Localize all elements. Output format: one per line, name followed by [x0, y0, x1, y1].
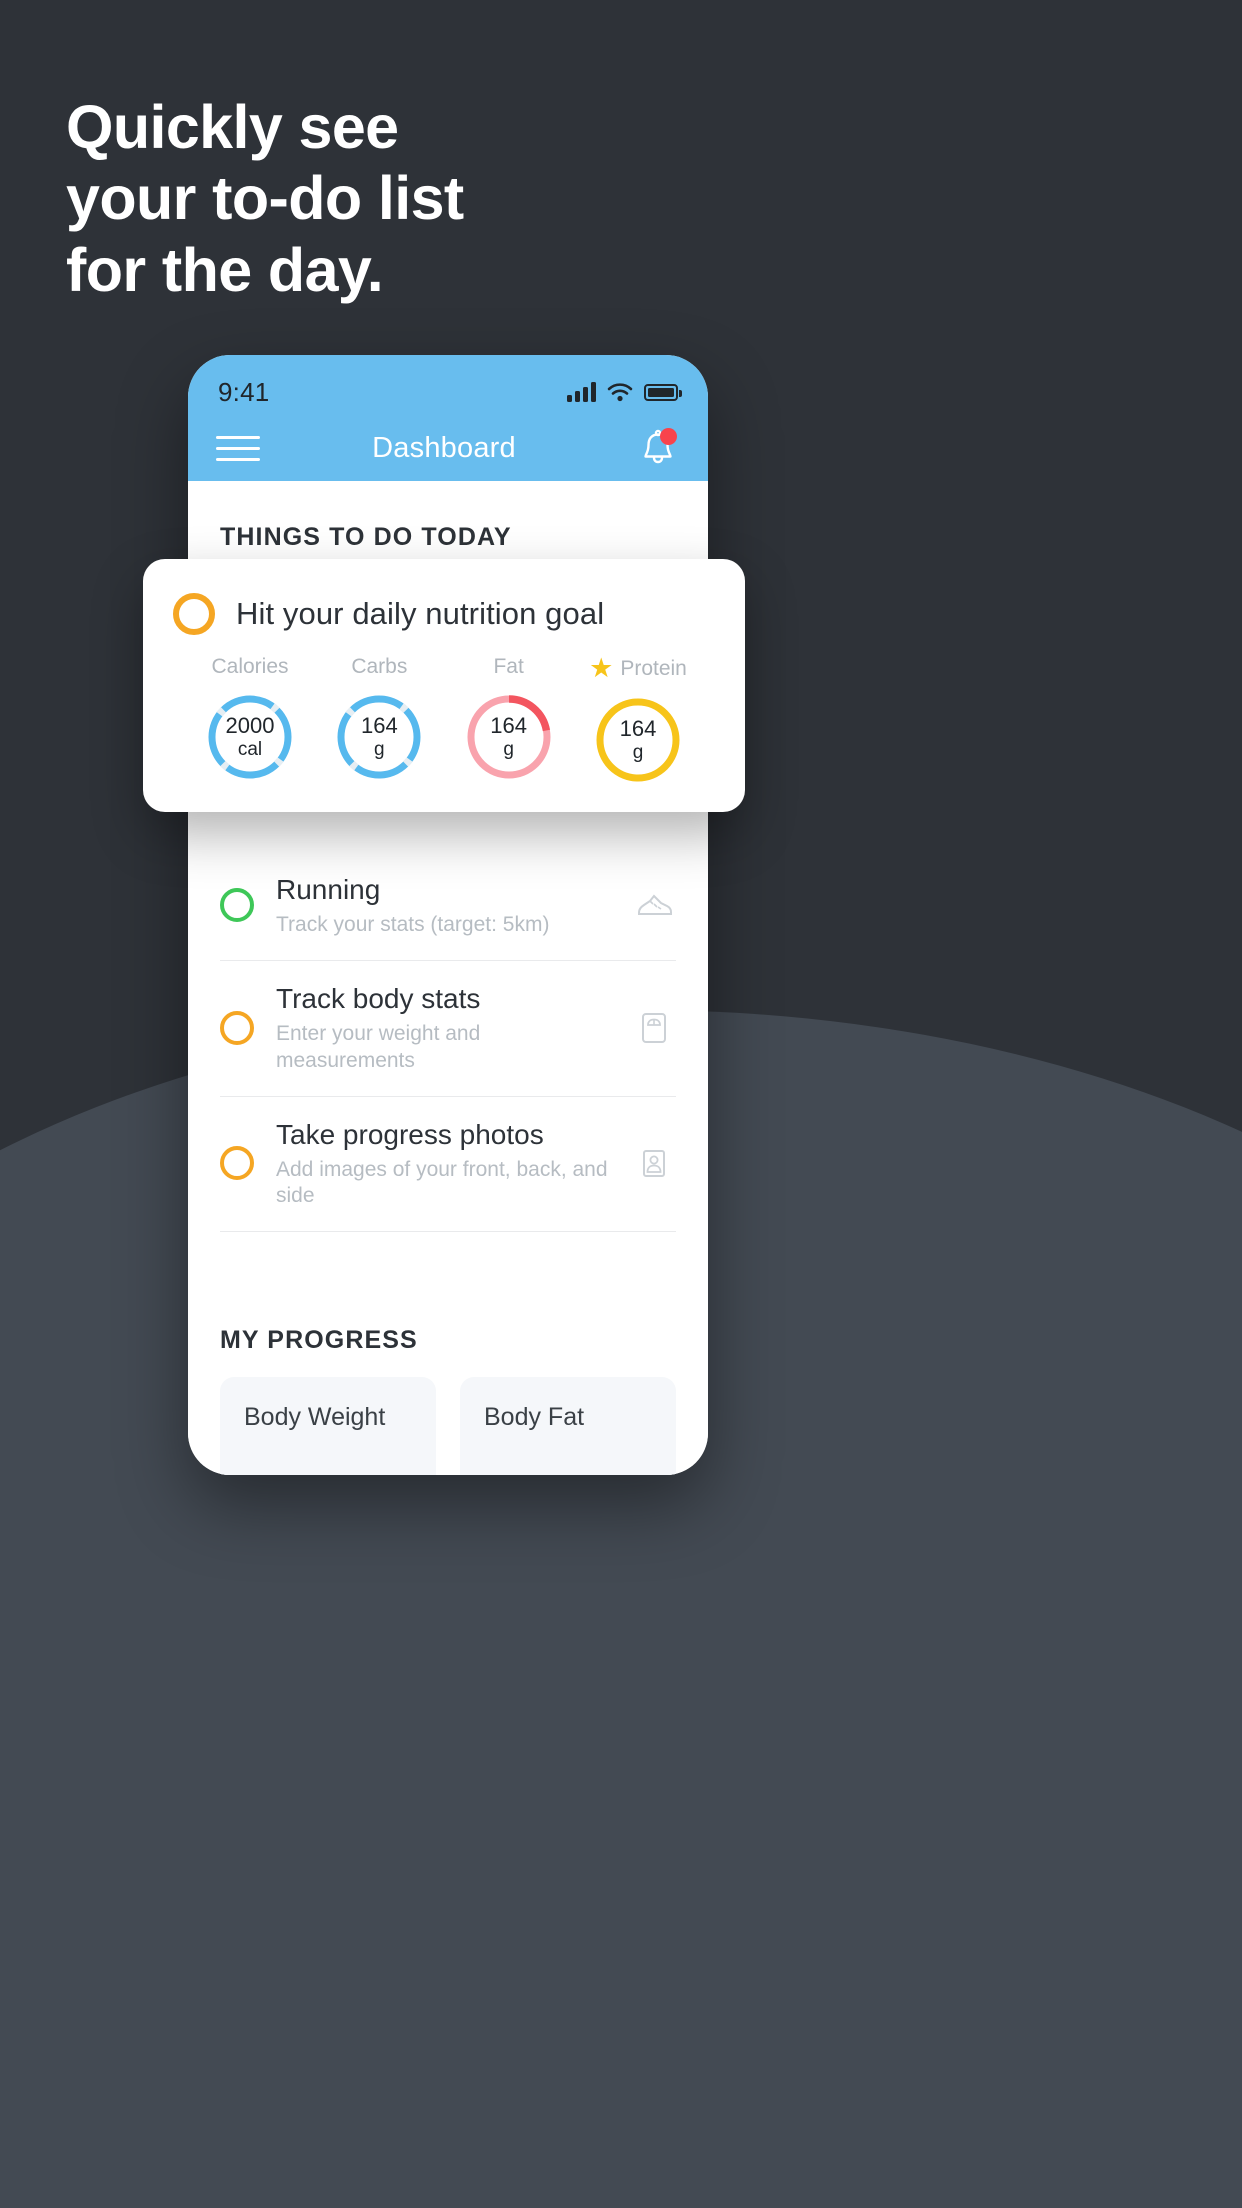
- task-title: Running: [276, 874, 381, 905]
- macro-value: 2000: [225, 713, 275, 739]
- nutrition-card-title: Hit your daily nutrition goal: [236, 596, 605, 631]
- promo-screenshot: Quickly see your to-do list for the day.…: [0, 0, 1242, 2208]
- macro-donut-text: 2000 cal: [204, 691, 296, 783]
- macro-calories[interactable]: Calories 2000 cal: [195, 655, 305, 786]
- macro-donut-protein: 164 g: [592, 694, 684, 786]
- task-text: Track body stats Enter your weight and m…: [276, 981, 610, 1074]
- macro-unit: cal: [237, 738, 263, 760]
- running-shoe-icon: [632, 883, 676, 927]
- notification-bell-icon[interactable]: [636, 426, 680, 470]
- macro-donut-fat: 164 g: [463, 691, 555, 783]
- macro-unit: g: [374, 738, 385, 760]
- circle-unchecked-icon[interactable]: [220, 1010, 254, 1045]
- status-bar-time: 9:41: [218, 376, 270, 407]
- status-bar-icons: [567, 382, 682, 402]
- progress-card-grid: Body Weight 100 kg Bo: [188, 1355, 708, 1475]
- page-title: Dashboard: [372, 431, 516, 464]
- progress-card-label: Body Fat: [484, 1403, 585, 1432]
- status-bar: 9:41: [188, 355, 708, 415]
- headline-line-3: for the day.: [66, 235, 384, 304]
- task-title: Track body stats: [276, 983, 481, 1015]
- wifi-icon: [607, 383, 633, 402]
- nutrition-goal-card[interactable]: Hit your daily nutrition goal Calories 2…: [143, 559, 745, 812]
- macro-unit: g: [632, 741, 644, 763]
- my-progress-section-title: MY PROGRESS: [220, 1326, 418, 1355]
- weight-scale-icon: [632, 1006, 676, 1050]
- task-subtitle: Track your stats (target: 5km): [276, 913, 550, 936]
- progress-card-body-weight[interactable]: Body Weight 100 kg: [220, 1377, 436, 1475]
- hamburger-menu-icon[interactable]: [216, 435, 260, 461]
- progress-card-body-fat[interactable]: Body Fat 23 %: [460, 1377, 676, 1475]
- task-text: Take progress photos Add images of your …: [276, 1117, 610, 1210]
- task-row-track-body-stats[interactable]: Track body stats Enter your weight and m…: [220, 961, 676, 1097]
- macro-carbs[interactable]: Carbs 164 g: [324, 655, 434, 786]
- phone-mockup: 9:41 Dashboard THINGS TO DO TODAY Runnin…: [188, 355, 708, 1475]
- macro-donut-text: 164 g: [592, 694, 684, 786]
- promo-headline: Quickly see your to-do list for the day.: [66, 92, 464, 306]
- nutrition-card-header: Hit your daily nutrition goal: [173, 593, 715, 635]
- circle-unchecked-icon[interactable]: [220, 1146, 254, 1180]
- macro-value: 164: [619, 716, 657, 742]
- things-to-do-section-title: THINGS TO DO TODAY: [220, 523, 512, 551]
- macro-label: Carbs: [351, 655, 408, 678]
- macro-fat[interactable]: Fat 164 g: [454, 655, 564, 786]
- star-filled-icon: ★: [589, 653, 614, 683]
- macro-label: ★ Protein: [589, 655, 687, 682]
- headline-line-2: your to-do list: [66, 164, 464, 233]
- notification-badge-dot: [659, 428, 677, 445]
- battery-full-icon: [644, 383, 682, 401]
- circle-unchecked-icon[interactable]: [220, 888, 254, 923]
- app-bar: Dashboard: [188, 415, 708, 481]
- task-text: Running Track your stats (target: 5km): [276, 872, 610, 938]
- task-row-running[interactable]: Running Track your stats (target: 5km): [220, 852, 676, 962]
- macro-value: 164: [490, 713, 528, 739]
- signal-bars-icon: [567, 382, 596, 402]
- task-list: Running Track your stats (target: 5km) T…: [188, 852, 708, 1233]
- photo-person-icon: [632, 1141, 676, 1185]
- macro-value: 164: [360, 713, 398, 739]
- macro-donut-text: 164 g: [333, 691, 425, 783]
- task-subtitle: Enter your weight and measurements: [276, 1022, 481, 1072]
- macro-donut-text: 164 g: [463, 691, 555, 783]
- macro-protein[interactable]: ★ Protein 164 g: [583, 655, 693, 786]
- headline-line-1: Quickly see: [66, 93, 399, 161]
- macro-donut-calories: 2000 cal: [204, 691, 296, 783]
- task-subtitle: Add images of your front, back, and side: [276, 1157, 608, 1207]
- task-title: Take progress photos: [276, 1118, 544, 1150]
- macro-ring-group: Calories 2000 cal Carbs 164 g Fat 164 g …: [173, 635, 715, 786]
- task-row-take-progress-photos[interactable]: Take progress photos Add images of your …: [220, 1097, 676, 1233]
- macro-label: Fat: [493, 655, 524, 678]
- macro-unit: g: [503, 738, 514, 760]
- circle-unchecked-icon[interactable]: [173, 593, 215, 635]
- macro-donut-carbs: 164 g: [333, 691, 425, 783]
- macro-label-text: Protein: [620, 656, 687, 680]
- progress-card-label: Body Weight: [244, 1403, 386, 1432]
- macro-label: Calories: [211, 655, 289, 678]
